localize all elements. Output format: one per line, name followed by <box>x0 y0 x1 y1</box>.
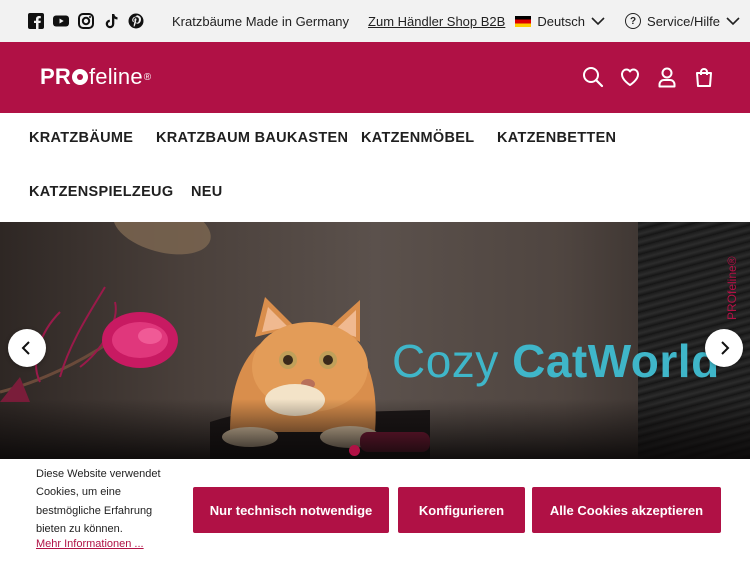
nav-item-kratzbaeume[interactable]: KRATZBÄUME <box>29 130 133 146</box>
help-icon: ? <box>625 13 642 29</box>
b2b-shop-link[interactable]: Zum Händler Shop B2B <box>368 14 505 29</box>
nav-item-katzenmoebel[interactable]: KATZENMÖBEL <box>361 130 474 146</box>
dried-leaf-decoration <box>107 222 217 265</box>
chevron-left-icon <box>21 341 30 355</box>
youtube-icon[interactable] <box>53 13 69 29</box>
profeline-logo[interactable]: PR feline ® <box>40 64 151 90</box>
slider-dot-active[interactable] <box>349 445 360 456</box>
cookie-notice-text: Diese Website verwendet Cookies, um eine… <box>36 468 161 535</box>
top-bar: Kratzbäume Made in Germany Zum Händler S… <box>0 0 750 42</box>
nav-item-katzenbetten[interactable]: KATZENBETTEN <box>497 130 616 146</box>
hero-slider: Cozy CatWorld PROfeline® <box>0 222 750 459</box>
cart-icon[interactable] <box>693 66 715 88</box>
language-selector[interactable]: Deutsch <box>515 14 605 29</box>
pinterest-icon[interactable] <box>128 13 144 29</box>
social-links <box>28 13 144 29</box>
language-label: Deutsch <box>537 13 586 29</box>
facebook-icon[interactable] <box>28 13 44 29</box>
post-brand-logo: PROfeline® <box>725 256 739 320</box>
nav-item-katzenspielzeug[interactable]: KATZENSPIELZEUG <box>29 184 173 200</box>
hero-headline: Cozy CatWorld <box>392 334 720 388</box>
cookie-necessary-button[interactable]: Nur technisch notwendige <box>193 487 389 533</box>
instagram-icon[interactable] <box>78 13 94 29</box>
cookie-banner: Diese Website verwendet Cookies, um eine… <box>0 459 750 563</box>
chevron-down-icon <box>726 16 740 25</box>
cookie-configure-button[interactable]: Konfigurieren <box>398 487 525 533</box>
user-icon[interactable] <box>656 66 678 88</box>
search-icon[interactable] <box>582 66 604 88</box>
chevron-right-icon <box>721 341 730 355</box>
hero-headline-bold: CatWorld <box>512 335 720 387</box>
slider-prev-button[interactable] <box>8 329 46 367</box>
logo-pro-text: PR <box>40 64 71 89</box>
hero-bottom-shadow <box>0 399 750 459</box>
service-label: Service/Hilfe <box>647 13 720 29</box>
site-header: PR feline ® <box>0 42 750 113</box>
tiktok-icon[interactable] <box>103 13 119 29</box>
german-flag-icon <box>515 15 532 27</box>
service-menu[interactable]: ? Service/Hilfe <box>625 13 740 29</box>
tagline: Kratzbäume Made in Germany <box>172 13 350 29</box>
logo-registered-mark: ® <box>143 71 152 83</box>
logo-feline-text: feline <box>88 64 143 89</box>
heart-icon[interactable] <box>619 66 641 88</box>
cookie-accept-all-button[interactable]: Alle Cookies akzeptieren <box>532 487 721 533</box>
nav-item-kratzbaum-baukasten[interactable]: KRATZBAUM BAUKASTEN <box>156 130 348 146</box>
logo-o-icon <box>71 69 88 85</box>
main-navigation: KRATZBÄUME KRATZBAUM BAUKASTEN KATZENMÖB… <box>0 113 750 222</box>
slider-next-button[interactable] <box>705 329 743 367</box>
chevron-down-icon <box>591 16 605 25</box>
hero-headline-light: Cozy <box>392 335 513 387</box>
nav-item-neu[interactable]: NEU <box>191 184 223 200</box>
post-brand-logo-text: PROfeline® <box>725 256 739 320</box>
cookie-more-info-link[interactable]: Mehr Informationen ... <box>36 538 144 550</box>
